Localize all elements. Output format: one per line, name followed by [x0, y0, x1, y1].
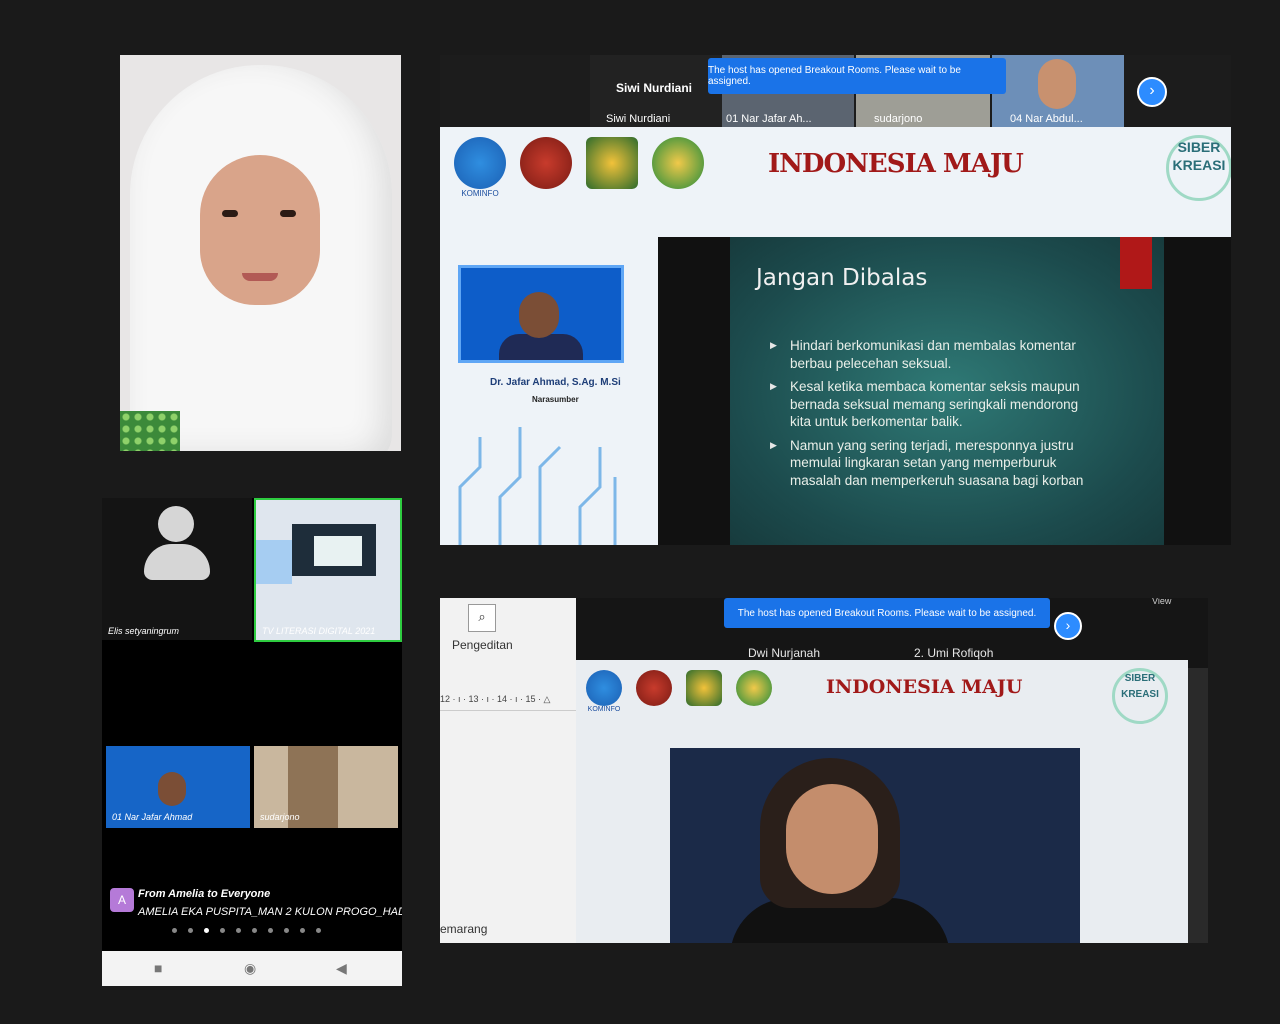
presenter-body — [499, 334, 583, 360]
participant-face — [158, 772, 186, 806]
editing-label[interactable]: Pengeditan — [452, 638, 513, 652]
shared-screen: KOMINFO INDONESIA MAJU SIBER KREASI — [576, 660, 1188, 943]
logo-row: KOMINFO — [454, 137, 704, 198]
participant-tile[interactable]: Elis setyaningrum — [102, 498, 252, 640]
logo-row: KOMINFO — [586, 670, 772, 713]
word-editor-pane: ⌕ Pengeditan 12 · ı · 13 · ı · 14 · ı · … — [440, 598, 576, 943]
ministry-seal-icon — [652, 137, 704, 189]
presenter-head — [519, 292, 559, 338]
participant-name: 01 Nar Jafar Ahmad — [112, 812, 193, 822]
ministry-seal-icon — [736, 670, 772, 706]
participant-strip: Siwi Nurdiani Siwi Nurdiani 01 Nar Jafar… — [440, 55, 1231, 127]
zoom-meeting-screen: Siwi Nurdiani Siwi Nurdiani 01 Nar Jafar… — [440, 55, 1231, 545]
green-cloth — [120, 411, 180, 451]
speaker-name: Siwi Nurdiani — [616, 81, 693, 95]
indonesia-maju-brand: INDONESIA MAJU — [826, 676, 1023, 698]
siberkreasi-logo: SIBER KREASI — [1112, 668, 1168, 724]
avatar-icon — [158, 506, 194, 542]
mini-decoration — [256, 540, 292, 584]
slide-bullet: Hindari berkomunikasi dan membalas komen… — [770, 337, 1100, 372]
participant-name: TV LITERASI DIGITAL 2021 — [262, 626, 376, 636]
breakout-notification[interactable]: The host has opened Breakout Rooms. Plea… — [724, 598, 1050, 628]
mouth — [242, 273, 278, 281]
chat-text: AMELIA EKA PUSPITA_MAN 2 KULON PROGO_HAD… — [138, 906, 402, 918]
thumbnail-label: 04 Nar Abdul... — [1010, 113, 1083, 125]
chevron-right-icon[interactable]: › — [1137, 77, 1167, 107]
chat-avatar: A — [110, 888, 134, 912]
laptop-screen-photo: ⌕ Pengeditan 12 · ı · 13 · ı · 14 · ı · … — [440, 598, 1208, 943]
thumbnail-label: 01 Nar Jafar Ah... — [726, 113, 812, 125]
active-speaker-tile[interactable]: Siwi Nurdiani Siwi Nurdiani — [590, 55, 722, 127]
document-text: emarang — [440, 922, 488, 936]
speaker-video — [670, 748, 1080, 943]
chat-sender: From Amelia to Everyone — [138, 888, 271, 900]
participant-name: sudarjono — [260, 812, 300, 822]
kominfo-label: KOMINFO — [461, 189, 499, 198]
thumbnail-label: Siwi Nurdiani — [606, 113, 671, 125]
back-icon[interactable]: ◀ — [336, 960, 347, 977]
page-indicator[interactable] — [172, 928, 321, 933]
participant-face — [1038, 59, 1076, 109]
slide-title: Jangan Dibalas — [756, 265, 928, 291]
thumbnail-label: sudarjono — [874, 113, 923, 125]
regency-seal-icon — [686, 670, 722, 706]
presenter-role: Narasumber — [532, 395, 579, 404]
kominfo-logo-icon — [586, 670, 622, 706]
kominfo-label: KOMINFO — [587, 706, 621, 713]
participant-name: 2. Umi Rofiqoh — [914, 646, 994, 660]
mini-chart — [314, 536, 362, 566]
indonesia-maju-brand: INDONESIA MAJU — [768, 149, 1024, 179]
province-seal-icon — [636, 670, 672, 706]
participant-name: Elis setyaningrum — [108, 626, 180, 636]
ruler: 12 · ı · 13 · ı · 14 · ı · 15 · △ — [440, 694, 576, 711]
slide-bullet: Kesal ketika membaca komentar seksis mau… — [770, 378, 1100, 431]
android-navbar: ■ ◉ ◀ — [102, 951, 402, 986]
recents-icon[interactable]: ■ — [154, 960, 162, 976]
participant-tile[interactable]: sudarjono — [254, 746, 398, 828]
mini-slide — [292, 524, 376, 576]
laptop-zoom-topbar: The host has opened Breakout Rooms. Plea… — [576, 598, 1208, 668]
slide-content: Jangan Dibalas Hindari berkomunikasi dan… — [730, 237, 1164, 545]
participant-tile[interactable]: 04 Nar Abdul... — [992, 55, 1124, 127]
presenter-video — [458, 265, 624, 363]
siberkreasi-logo: SIBER KREASI — [1166, 135, 1231, 201]
participant-name: Dwi Nurjanah — [748, 646, 821, 660]
speaker-face — [786, 784, 878, 894]
province-seal-icon — [520, 137, 572, 189]
regency-seal-icon — [586, 137, 638, 189]
slide-accent — [1120, 237, 1152, 289]
slide-bullet: Namun yang sering terjadi, meresponnya j… — [770, 437, 1100, 490]
kominfo-logo-icon — [454, 137, 506, 189]
view-button[interactable]: View — [1152, 598, 1171, 606]
face — [200, 155, 320, 305]
chevron-right-icon[interactable]: › — [1054, 612, 1082, 640]
presentation-slide: Jangan Dibalas Hindari berkomunikasi dan… — [658, 237, 1231, 545]
avatar-body-icon — [144, 544, 210, 580]
slide-bullets: Hindari berkomunikasi dan membalas komen… — [770, 337, 1100, 495]
shared-screen: KOMINFO INDONESIA MAJU SIBER KREASI Dr. … — [440, 127, 1231, 545]
home-icon[interactable]: ◉ — [244, 960, 256, 977]
breakout-notification[interactable]: The host has opened Breakout Rooms. Plea… — [708, 58, 1006, 94]
student-webcam-photo — [120, 55, 401, 451]
right-eye — [280, 210, 296, 217]
left-eye — [222, 210, 238, 217]
circuit-decoration — [458, 427, 617, 545]
participant-tile[interactable]: 01 Nar Jafar Ahmad — [106, 746, 250, 828]
presenter-name: Dr. Jafar Ahmad, S.Ag. M.Si — [490, 377, 621, 388]
participant-tile-active[interactable]: TV LITERASI DIGITAL 2021 — [254, 498, 402, 642]
search-icon[interactable]: ⌕ — [468, 604, 496, 632]
phone-zoom-screen: Elis setyaningrum TV LITERASI DIGITAL 20… — [102, 498, 402, 986]
